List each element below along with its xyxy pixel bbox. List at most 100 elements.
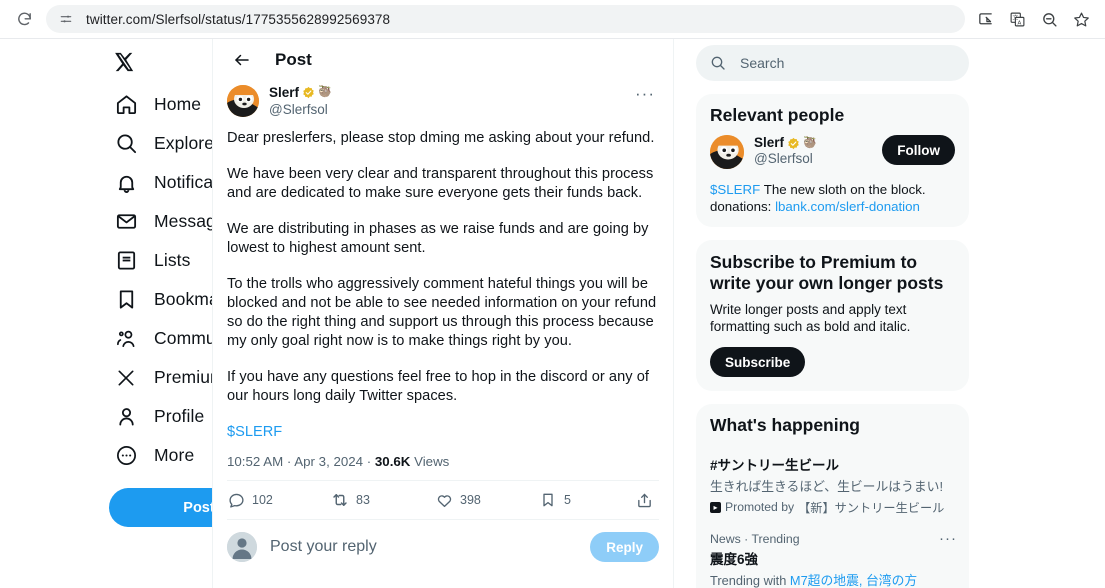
tweet-paragraph: To the trolls who aggressively comment h… <box>227 276 657 350</box>
more-circle-icon <box>113 443 139 469</box>
tweet-text: Dear preslerfers, please stop dming me a… <box>227 129 659 454</box>
author-handle[interactable]: @Slerfsol <box>269 102 631 118</box>
trend-item-promoted[interactable]: #サントリー生ビール 生きれば生きるほど、生ビールはうまい! ▸ Promote… <box>696 445 969 525</box>
whats-happening-title: What's happening <box>710 415 860 435</box>
sidebar-label-more: More <box>154 445 195 465</box>
tweet-paragraph: We are distributing in phases as we rais… <box>227 221 649 257</box>
trend-more-icon[interactable]: ··· <box>939 531 957 546</box>
site-settings-icon[interactable] <box>58 11 74 27</box>
sidebar-item-more[interactable]: More <box>105 436 202 475</box>
trending-with-links[interactable]: M7超の地震, 台湾の方 <box>790 573 917 588</box>
tweet-meta: 10:52 AM · Apr 3, 2024 · 30.6K Views <box>227 454 659 480</box>
envelope-icon <box>113 209 139 235</box>
author-display-name[interactable]: Slerf <box>269 85 299 101</box>
sidebar-item-explore[interactable]: Explore <box>105 124 222 163</box>
share-action[interactable] <box>635 491 659 509</box>
primary-navigation: Home Explore Notifications Messages List… <box>0 39 289 588</box>
heart-icon <box>435 491 453 509</box>
page-title: Post <box>275 50 312 69</box>
reply-input[interactable]: Post your reply <box>270 538 590 556</box>
twitter-page: Home Explore Notifications Messages List… <box>0 39 1105 588</box>
share-icon <box>635 491 653 509</box>
trend-category: News · Trending <box>710 532 800 546</box>
more-options-icon[interactable]: ··· <box>631 85 659 102</box>
url-text: twitter.com/Slerfsol/status/177535562899… <box>86 11 391 27</box>
right-sidebar: Relevant people <box>674 39 994 588</box>
bookmark-icon <box>539 491 557 509</box>
sidebar-item-profile[interactable]: Profile <box>105 397 212 436</box>
views-label: Views <box>414 454 450 470</box>
reload-icon[interactable] <box>10 5 38 33</box>
search-icon <box>710 55 726 72</box>
author-names: Slerf 🦥 @Slerfsol <box>269 85 631 117</box>
name-emoji: 🦥 <box>318 86 332 99</box>
sidebar-label-home: Home <box>154 94 202 114</box>
reply-count: 102 <box>252 493 273 508</box>
views-count: 30.6K <box>374 454 411 470</box>
promoted-by: 【新】サントリー生ビール <box>798 501 945 515</box>
bookmark-star-icon[interactable] <box>1071 9 1091 29</box>
like-count: 398 <box>460 493 481 508</box>
zoom-out-icon[interactable] <box>1039 9 1059 29</box>
relevant-people-card: Relevant people Slerf 🦥 @Slerfsol Follow… <box>696 94 969 227</box>
list-icon <box>113 248 139 274</box>
retweet-count: 83 <box>356 493 370 508</box>
bio-link[interactable]: lbank.com/slerf-donation <box>775 199 920 214</box>
search-icon <box>113 131 139 157</box>
search-input[interactable] <box>740 55 955 71</box>
trend-tag: #サントリー生ビール <box>710 458 840 473</box>
x-icon <box>113 365 139 391</box>
reply-composer[interactable]: Post your reply Reply <box>227 520 659 563</box>
like-action[interactable]: 398 <box>435 491 539 509</box>
trend-item-news[interactable]: ··· News · Trending 震度6強 Trending with M… <box>696 525 969 588</box>
meta-separator: · <box>286 454 292 470</box>
whats-happening-card: What's happening #サントリー生ビール 生きれば生きるほど、生ビ… <box>696 404 969 588</box>
promoted-icon: ▸ <box>710 501 721 513</box>
bell-icon <box>113 170 139 196</box>
trend-tag: 震度6強 <box>710 552 759 567</box>
premium-heading: Subscribe to Premium to write your own l… <box>710 252 944 293</box>
subscribe-button[interactable]: Subscribe <box>710 347 806 377</box>
translate-icon[interactable]: 文 A <box>1007 9 1027 29</box>
post-column: Post Slerf 🦥 @Slerfsol ··· Dear preslerf… <box>212 39 674 588</box>
column-header: Post <box>213 39 673 81</box>
name-emoji: 🦥 <box>803 136 817 149</box>
meta-separator: · <box>366 454 372 470</box>
tweet-paragraph: Dear preslerfers, please stop dming me a… <box>227 130 655 147</box>
address-bar[interactable]: twitter.com/Slerfsol/status/177535562899… <box>46 5 965 33</box>
engagement-bar: 102 83 398 5 <box>227 480 659 521</box>
install-app-icon[interactable] <box>975 9 995 29</box>
avatar[interactable] <box>710 135 744 169</box>
back-arrow-icon[interactable] <box>227 45 257 75</box>
x-logo[interactable] <box>105 39 135 85</box>
svg-text:A: A <box>1017 20 1021 26</box>
tweet-paragraph: If you have any questions feel free to h… <box>227 369 649 405</box>
person-handle[interactable]: @Slerfsol <box>754 151 882 167</box>
sidebar-item-lists[interactable]: Lists <box>105 241 198 280</box>
avatar[interactable] <box>227 85 259 117</box>
retweet-icon <box>331 491 349 509</box>
default-user-avatar <box>227 532 257 563</box>
cashtag-link[interactable]: $SLERF <box>227 424 282 440</box>
trend-context: Trending with M7超の地震, 台湾の方 <box>710 570 955 588</box>
browser-toolbar: twitter.com/Slerfsol/status/177535562899… <box>0 0 1105 39</box>
promoted-label: Promoted by <box>725 500 795 514</box>
person-display-name[interactable]: Slerf <box>754 135 784 151</box>
bio-cashtag[interactable]: $SLERF <box>710 182 760 197</box>
retweet-action[interactable]: 83 <box>331 491 435 509</box>
person-bio: $SLERF The new sloth on the block. donat… <box>696 181 969 227</box>
search-bar[interactable] <box>696 45 969 81</box>
sidebar-label-profile: Profile <box>154 406 205 426</box>
follow-button[interactable]: Follow <box>882 135 955 165</box>
bookmark-action[interactable]: 5 <box>539 491 634 509</box>
sidebar-item-home[interactable]: Home <box>105 85 209 124</box>
tweet-time: 10:52 AM <box>227 454 284 470</box>
reply-action[interactable]: 102 <box>227 491 331 509</box>
trending-with-prefix: Trending with <box>710 573 790 588</box>
reply-submit-button[interactable]: Reply <box>590 532 659 563</box>
premium-body: Write longer posts and apply text format… <box>710 302 911 334</box>
bookmark-icon <box>113 287 139 313</box>
person-names: Slerf 🦥 @Slerfsol <box>754 135 882 167</box>
relevant-person: Slerf 🦥 @Slerfsol Follow <box>696 135 969 181</box>
tweet-detail: Slerf 🦥 @Slerfsol ··· Dear preslerfers, … <box>213 81 673 563</box>
